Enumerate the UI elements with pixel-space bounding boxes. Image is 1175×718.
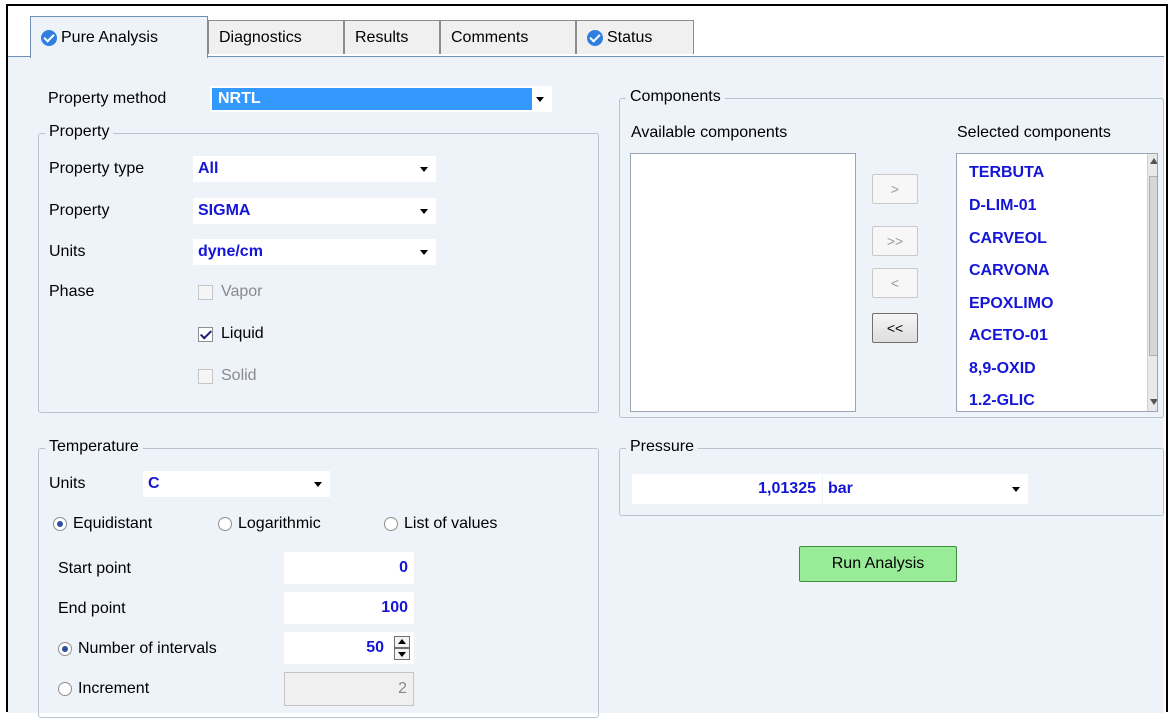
end-point-label: End point bbox=[58, 600, 126, 617]
add-component-button[interactable]: > bbox=[872, 174, 918, 204]
intervals-stepper[interactable]: 50 bbox=[284, 632, 414, 664]
temperature-units-value: C bbox=[148, 475, 160, 492]
increment-input[interactable]: 2 bbox=[284, 672, 414, 706]
run-analysis-button[interactable]: Run Analysis bbox=[799, 546, 957, 582]
tab-results[interactable]: Results bbox=[344, 20, 440, 54]
intervals-value: 50 bbox=[366, 639, 384, 656]
chevron-down-icon bbox=[420, 250, 428, 255]
property-method-value: NRTL bbox=[212, 88, 532, 110]
vapor-label: Vapor bbox=[221, 283, 263, 300]
components-scrollbar[interactable] bbox=[1147, 154, 1157, 411]
property-type-select[interactable]: All bbox=[193, 156, 436, 182]
scroll-up-icon[interactable] bbox=[1150, 158, 1157, 164]
property-units-value: dyne/cm bbox=[198, 243, 263, 260]
stepper-down-icon[interactable] bbox=[394, 648, 410, 660]
list-item[interactable]: D-LIM-01 bbox=[969, 197, 1037, 215]
number-of-intervals-label: Number of intervals bbox=[78, 640, 217, 657]
start-point-label: Start point bbox=[58, 560, 131, 577]
available-components-list[interactable] bbox=[630, 153, 856, 412]
liquid-checkbox[interactable]: Liquid bbox=[198, 325, 264, 343]
stepper-up-icon[interactable] bbox=[394, 636, 410, 648]
radio-dot bbox=[58, 682, 72, 696]
increment-radio[interactable]: Increment bbox=[58, 680, 149, 698]
property-method-select[interactable]: NRTL bbox=[210, 86, 552, 112]
components-group-title: Components bbox=[626, 88, 725, 106]
property-type-value: All bbox=[198, 160, 219, 177]
equidistant-label: Equidistant bbox=[73, 515, 153, 532]
number-of-intervals-radio[interactable]: Number of intervals bbox=[58, 640, 217, 658]
temperature-group-title: Temperature bbox=[45, 438, 143, 456]
radio-dot bbox=[53, 517, 67, 531]
add-all-components-button[interactable]: >> bbox=[872, 226, 918, 256]
temperature-units-label: Units bbox=[49, 475, 86, 492]
list-item[interactable]: CARVEOL bbox=[969, 230, 1047, 248]
tab-pure-analysis[interactable]: Pure Analysis bbox=[30, 16, 208, 58]
checkbox-box bbox=[198, 284, 213, 300]
property-select[interactable]: SIGMA bbox=[193, 198, 436, 224]
solid-checkbox[interactable]: Solid bbox=[198, 367, 257, 385]
logarithmic-radio[interactable]: Logarithmic bbox=[218, 515, 321, 533]
liquid-label: Liquid bbox=[221, 325, 264, 342]
start-point-input[interactable]: 0 bbox=[284, 552, 414, 584]
remove-component-button[interactable]: < bbox=[872, 268, 918, 298]
chevron-down-icon bbox=[314, 482, 322, 487]
tab-label: Comments bbox=[451, 28, 529, 46]
pressure-input[interactable]: 1,01325 bbox=[632, 474, 822, 504]
checkbox-box bbox=[198, 326, 213, 342]
check-circle-icon bbox=[41, 29, 57, 46]
property-units-select[interactable]: dyne/cm bbox=[193, 239, 436, 265]
temperature-units-select[interactable]: C bbox=[143, 471, 330, 497]
tab-label: Diagnostics bbox=[219, 28, 302, 46]
pressure-group-title: Pressure bbox=[626, 438, 699, 456]
selected-components-list[interactable]: TERBUTA D-LIM-01 CARVEOL CARVONA EPOXLIM… bbox=[956, 153, 1158, 412]
list-item[interactable]: ACETO-01 bbox=[969, 327, 1048, 345]
list-of-values-label: List of values bbox=[404, 515, 498, 532]
radio-dot bbox=[218, 517, 232, 531]
tab-label: Results bbox=[355, 28, 409, 46]
tab-comments[interactable]: Comments bbox=[440, 20, 576, 54]
property-type-label: Property type bbox=[49, 160, 145, 177]
increment-label: Increment bbox=[78, 680, 150, 697]
list-item[interactable]: 8,9-OXID bbox=[969, 360, 1036, 378]
tab-diagnostics[interactable]: Diagnostics bbox=[208, 20, 344, 54]
pressure-units-select[interactable]: bar bbox=[823, 474, 1028, 504]
selected-components-label: Selected components bbox=[957, 124, 1111, 141]
property-value: SIGMA bbox=[198, 202, 251, 219]
property-units-label: Units bbox=[49, 243, 86, 260]
remove-all-components-button[interactable]: << bbox=[872, 313, 918, 343]
scroll-down-icon[interactable] bbox=[1150, 399, 1157, 405]
chevron-down-icon bbox=[1012, 487, 1020, 492]
checkbox-box bbox=[198, 368, 213, 384]
vapor-checkbox[interactable]: Vapor bbox=[198, 283, 263, 301]
property-label: Property bbox=[49, 202, 110, 219]
property-method-label: Property method bbox=[48, 90, 167, 107]
logarithmic-label: Logarithmic bbox=[238, 515, 321, 532]
tab-status[interactable]: Status bbox=[576, 20, 694, 54]
chevron-down-icon bbox=[420, 209, 428, 214]
property-group-title: Property bbox=[45, 123, 114, 141]
solid-label: Solid bbox=[221, 367, 257, 384]
available-components-label: Available components bbox=[631, 124, 788, 141]
chevron-down-icon bbox=[536, 97, 544, 102]
list-item[interactable]: CARVONA bbox=[969, 262, 1050, 280]
list-of-values-radio[interactable]: List of values bbox=[384, 515, 497, 533]
end-point-input[interactable]: 100 bbox=[284, 592, 414, 624]
scroll-thumb[interactable] bbox=[1149, 176, 1157, 356]
pressure-units-value: bar bbox=[828, 480, 853, 497]
radio-dot bbox=[58, 642, 72, 656]
equidistant-radio[interactable]: Equidistant bbox=[53, 515, 152, 533]
check-circle-icon bbox=[587, 29, 603, 46]
tab-label: Pure Analysis bbox=[61, 28, 158, 46]
phase-label: Phase bbox=[49, 283, 95, 300]
radio-dot bbox=[384, 517, 398, 531]
list-item[interactable]: 1.2-GLIC bbox=[969, 392, 1035, 410]
tab-label: Status bbox=[607, 28, 653, 46]
list-item[interactable]: EPOXLIMO bbox=[969, 295, 1053, 313]
chevron-down-icon bbox=[420, 167, 428, 172]
list-item[interactable]: TERBUTA bbox=[969, 164, 1044, 182]
